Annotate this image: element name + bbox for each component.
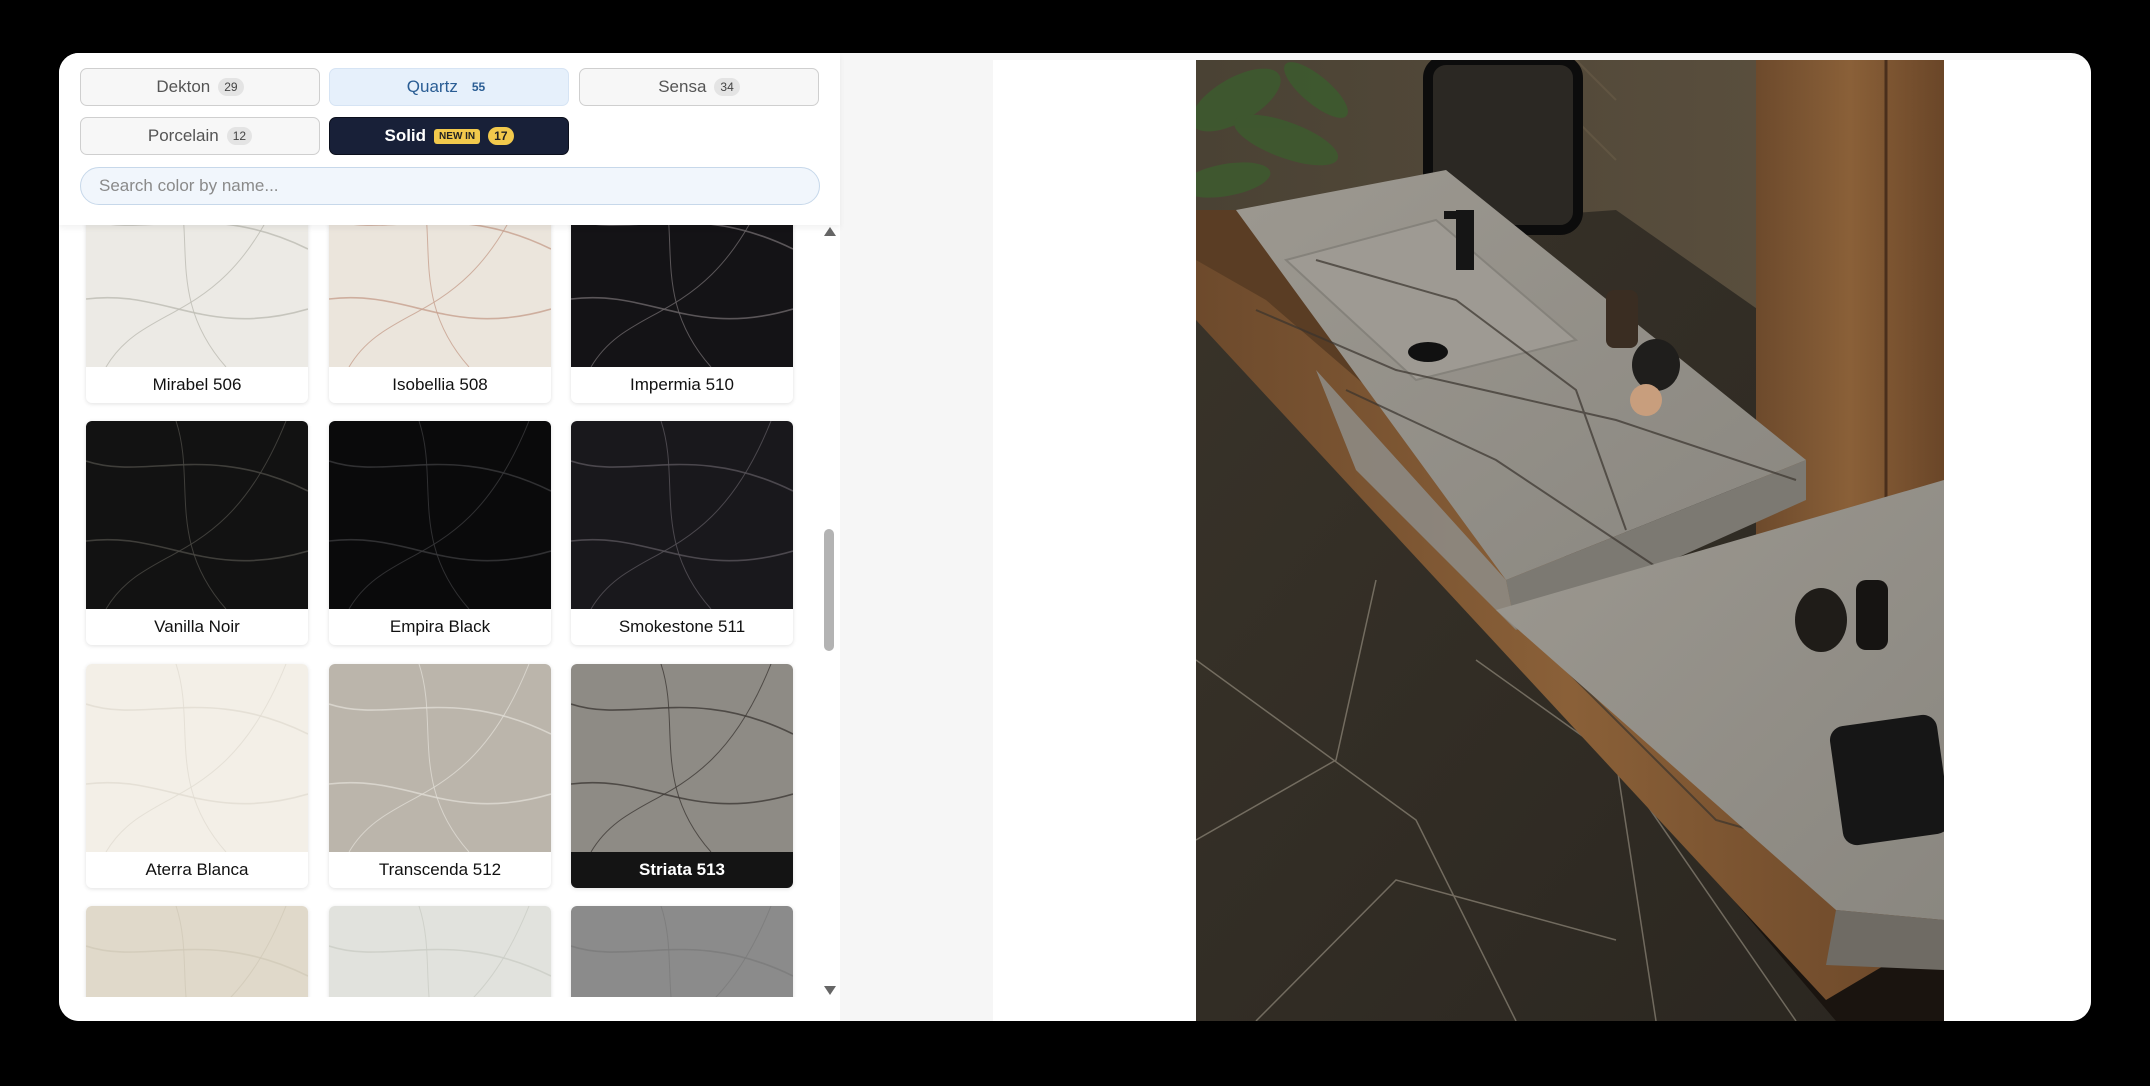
color-card[interactable]: Transcenda 512 <box>329 664 551 888</box>
color-card[interactable]: Empira Black <box>329 421 551 645</box>
color-card[interactable]: Aterra Blanca <box>86 664 308 888</box>
grid-scrollbar[interactable] <box>821 225 837 997</box>
color-swatch-image <box>571 225 793 367</box>
color-swatch-image <box>86 906 308 997</box>
preview-panel <box>993 60 2091 1021</box>
color-swatch-image <box>86 225 308 367</box>
material-tabs: Dekton 29 Quartz 55 Sensa 34 Porcelain 1… <box>59 53 840 225</box>
color-card-label: Isobellia 508 <box>392 375 488 394</box>
color-card[interactable]: Striata 513 <box>571 664 793 888</box>
color-card-label: Empira Black <box>389 617 491 636</box>
color-card[interactable]: Impermia 510 <box>571 225 793 403</box>
tab-count-badge: 34 <box>714 78 740 96</box>
tab-label: Dekton <box>156 77 211 96</box>
color-swatch-image <box>329 225 551 367</box>
color-grid: Mirabel 506 Isobellia 508 Impermia 510 Vani… <box>59 225 819 997</box>
color-card[interactable]: Isobellia 508 <box>329 225 551 403</box>
color-swatch-image <box>329 906 551 997</box>
tab-count-badge: 29 <box>218 78 244 96</box>
tab-label: Solid <box>384 126 427 145</box>
tab-porcelain[interactable]: Porcelain 12 <box>80 117 320 155</box>
color-swatch-image <box>86 664 308 852</box>
scroll-up-arrow-icon[interactable] <box>824 227 836 236</box>
color-card-label: Impermia 510 <box>630 375 734 394</box>
tab-count-badge: 12 <box>226 127 253 145</box>
new-in-badge: NEW IN <box>434 128 481 144</box>
tab-count-badge: 55 <box>471 80 486 94</box>
tab-label: Quartz <box>406 77 458 96</box>
color-swatch-image <box>571 664 793 852</box>
color-card-label: Mirabel 506 <box>152 375 242 394</box>
color-card[interactable] <box>86 906 308 997</box>
color-picker-panel: Dekton 29 Quartz 55 Sensa 34 Porcelain 1… <box>59 53 840 1021</box>
tab-label: Sensa <box>658 77 707 96</box>
color-card[interactable] <box>329 906 551 997</box>
app-window: Dekton 29 Quartz 55 Sensa 34 Porcelain 1… <box>59 53 2091 1021</box>
color-swatch-image <box>571 421 793 609</box>
color-swatch-image <box>329 664 551 852</box>
search-input[interactable] <box>80 167 820 205</box>
color-card[interactable] <box>571 906 793 997</box>
color-card-label: Transcenda 512 <box>378 860 502 879</box>
color-swatch-image <box>86 421 308 609</box>
tab-quartz[interactable]: Quartz 55 <box>329 68 569 106</box>
color-card-label: Vanilla Noir <box>154 617 240 636</box>
color-card[interactable]: Mirabel 506 <box>86 225 308 403</box>
tab-label: Porcelain <box>147 126 219 145</box>
tab-solid[interactable]: Solid NEW IN 17 <box>329 117 569 155</box>
color-card-label: Striata 513 <box>571 852 793 888</box>
color-card-label: Aterra Blanca <box>145 860 249 879</box>
tab-sensa[interactable]: Sensa 34 <box>579 68 819 106</box>
color-swatch-image <box>329 421 551 609</box>
color-card-label: Smokestone 511 <box>618 617 746 636</box>
room-preview-image <box>1196 60 1944 1021</box>
scroll-down-arrow-icon[interactable] <box>824 986 836 995</box>
color-swatch-image <box>571 906 793 997</box>
tab-dekton[interactable]: Dekton 29 <box>80 68 320 106</box>
tab-count-badge: 17 <box>488 127 514 145</box>
scroll-thumb[interactable] <box>824 529 834 651</box>
color-card[interactable]: Smokestone 511 <box>571 421 793 645</box>
color-card[interactable]: Vanilla Noir <box>86 421 308 645</box>
